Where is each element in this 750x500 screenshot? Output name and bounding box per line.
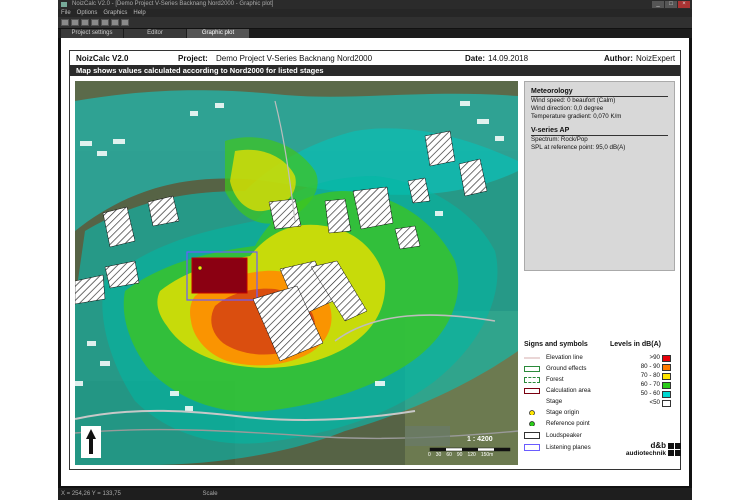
calculation-area-icon	[524, 388, 540, 394]
brand-logo-icon	[668, 443, 681, 456]
temperature-gradient: Temperature gradient: 0,070 K/m	[531, 113, 622, 120]
tab-bar: Project settings Editor Graphic plot	[58, 29, 692, 38]
meteorology-title: Meteorology	[531, 88, 668, 97]
status-coordinates: X = 254,26 Y = 133,75	[61, 491, 121, 497]
plot-sheet: NoizCalc V2.0 Project: Demo Project V-Se…	[69, 50, 681, 470]
window-controls: _ □ ×	[652, 1, 690, 8]
noise-map-graphic	[75, 81, 518, 465]
stage-origin-icon	[529, 410, 535, 415]
save-icon[interactable]	[71, 19, 79, 26]
spl-reference: SPL at reference point: 95,0 dB(A)	[531, 144, 626, 151]
author-label: Author:	[604, 54, 633, 63]
app-window: NoizCalc V2.0 - [Demo Project V-Series B…	[58, 0, 692, 500]
project-value: Demo Project V-Series Backnang Nord2000	[216, 54, 373, 63]
plot-header: NoizCalc V2.0 Project: Demo Project V-Se…	[70, 51, 680, 65]
symbols-title: Signs and symbols	[524, 341, 588, 348]
tab-graphic-plot[interactable]: Graphic plot	[187, 29, 249, 38]
minimize-button[interactable]: _	[652, 1, 664, 8]
menu-options[interactable]: Options	[77, 9, 98, 17]
level-swatch-70-80	[662, 373, 671, 380]
legend-ground-effects: Ground effects	[546, 365, 587, 372]
level-swatch-60-70	[662, 382, 671, 389]
title-bar: NoizCalc V2.0 - [Demo Project V-Series B…	[58, 0, 692, 9]
listening-planes-icon	[524, 444, 540, 451]
maximize-button[interactable]: □	[665, 1, 677, 8]
level-swatch-80-90	[662, 364, 671, 371]
legend-elevation-line: Elevation line	[546, 354, 583, 361]
toolbar	[58, 17, 692, 28]
new-icon[interactable]	[61, 19, 69, 26]
levels-title: Levels in dB(A)	[610, 341, 661, 348]
wind-speed: Wind speed: 0 beaufort (Calm)	[531, 97, 616, 104]
level-swatch-90plus	[662, 355, 671, 362]
legend-forest: Forest	[546, 376, 564, 383]
window-title: NoizCalc V2.0 - [Demo Project V-Series B…	[72, 1, 274, 7]
level-swatch-below-50	[662, 400, 671, 407]
legend-stage: Stage	[546, 398, 563, 405]
date-label: Date:	[465, 54, 486, 63]
legend: Signs and symbols Levels in dB(A) Elevat…	[524, 341, 681, 466]
level-label-70-80: 70 - 80	[640, 372, 660, 379]
app-name: NoizCalc V2.0	[76, 54, 129, 63]
forest-icon	[524, 377, 540, 383]
info-panel: Meteorology Wind speed: 0 beaufort (Calm…	[524, 81, 675, 271]
level-label-60-70: 60 - 70	[640, 381, 660, 388]
wind-direction: Wind direction: 0,0 degree	[531, 105, 604, 112]
loudspeaker-icon	[524, 432, 540, 439]
spectrum: Spectrum: Rock/Pop	[531, 136, 588, 143]
scale-tick-60: 60	[446, 452, 452, 458]
scale-tick-0: 0	[428, 452, 431, 458]
menu-file[interactable]: File	[61, 9, 71, 17]
app-icon	[61, 2, 67, 7]
tab-editor[interactable]: Editor	[124, 29, 186, 38]
legend-reference-point: Reference point	[546, 420, 590, 427]
scale-ratio: 1 : 4200	[467, 436, 493, 443]
scale-tick-30: 30	[435, 452, 442, 458]
elevation-line-icon	[524, 357, 540, 359]
menu-help[interactable]: Help	[133, 9, 145, 17]
legend-listening-planes: Listening planes	[546, 444, 591, 451]
stage-title: V-series AP	[531, 127, 668, 136]
author-value: NoizExpert	[636, 54, 676, 63]
brand-line-1: d&b	[650, 441, 666, 450]
scale-tick-150: 150m	[480, 452, 494, 458]
tab-project-settings[interactable]: Project settings	[61, 29, 123, 38]
zoom-icon[interactable]	[91, 19, 99, 26]
level-swatch-50-60	[662, 391, 671, 398]
scale-bar: 0 30 60 90 120 150m	[428, 446, 512, 465]
calculation-banner: Map shows values calculated according to…	[70, 65, 680, 76]
legend-stage-origin: Stage origin	[546, 409, 580, 416]
reference-point-icon	[529, 421, 535, 426]
north-arrow-icon	[81, 426, 101, 458]
scale-tick-90: 90	[456, 452, 463, 458]
legend-loudspeaker: Loudspeaker	[546, 432, 582, 439]
noise-map[interactable]: 1 : 4200 0 30 60 90 120 150m	[75, 81, 518, 465]
status-bar: X = 254,26 Y = 133,75 Scale	[58, 488, 692, 500]
status-scale: Scale	[202, 491, 218, 497]
close-button[interactable]: ×	[678, 1, 690, 8]
level-label-80-90: 80 - 90	[640, 363, 660, 370]
level-label-below-50: <50	[649, 399, 661, 406]
ground-effects-icon	[524, 366, 540, 372]
date-value: 14.09.2018	[488, 54, 529, 63]
project-label: Project:	[178, 54, 208, 63]
zoom-out-icon[interactable]	[101, 19, 109, 26]
level-label-50-60: 50 - 60	[640, 390, 660, 397]
grid-icon[interactable]	[111, 19, 119, 26]
brand-logo: d&b audiotechnik	[616, 442, 666, 458]
level-label-90plus: >90	[649, 354, 661, 361]
scale-tick-120: 120	[467, 452, 476, 458]
legend-calculation-area: Calculation area	[546, 387, 591, 394]
brand-line-2: audiotechnik	[625, 450, 666, 457]
menu-bar: File Options Graphics Help	[58, 9, 692, 17]
print-icon[interactable]	[81, 19, 89, 26]
menu-graphics[interactable]: Graphics	[103, 9, 127, 17]
info-icon[interactable]	[121, 19, 129, 26]
plot-area: NoizCalc V2.0 Project: Demo Project V-Se…	[61, 38, 689, 486]
